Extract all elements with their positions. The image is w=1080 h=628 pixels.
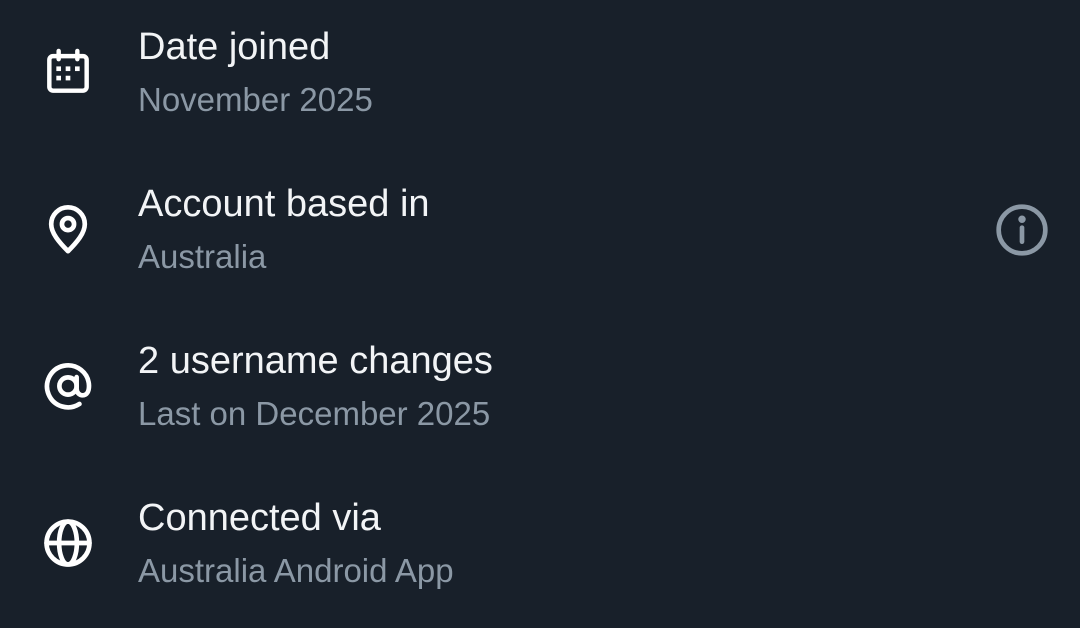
- calendar-icon: [40, 44, 96, 100]
- item-title: Date joined: [138, 26, 331, 68]
- at-sign-icon: [40, 358, 96, 414]
- item-subtitle: Australia: [138, 238, 267, 275]
- globe-icon: [40, 515, 96, 571]
- item-title: 2 username changes: [138, 340, 493, 382]
- list-item-connected-via: Connected via Australia Android App: [0, 471, 1080, 628]
- item-subtitle: Australia Android App: [138, 552, 454, 589]
- item-subtitle: November 2025: [138, 81, 373, 118]
- list-item-account-based-in: Account based in Australia: [0, 157, 1080, 314]
- list-item-username-changes: 2 username changes Last on December 2025: [0, 314, 1080, 471]
- item-title: Account based in: [138, 183, 430, 225]
- info-icon[interactable]: [994, 202, 1050, 258]
- list-item-date-joined: Date joined November 2025: [0, 0, 1080, 157]
- location-pin-icon: [40, 201, 96, 257]
- account-info-list: Date joined November 2025 Account based …: [0, 0, 1080, 628]
- item-subtitle: Last on December 2025: [138, 395, 491, 432]
- item-title: Connected via: [138, 497, 381, 539]
